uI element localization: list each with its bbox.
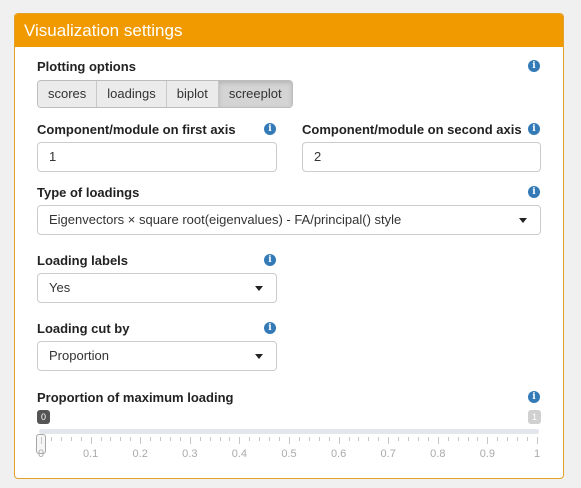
- panel-title: Visualization settings: [15, 14, 563, 47]
- slider-minor-tick: [100, 437, 102, 441]
- proportion-slider[interactable]: 0 1 0 0.1 0.2 0.3 0.4 0.5 0.6 0.7 0.8 0.9 1: [36, 410, 541, 470]
- caret-down-icon: [255, 354, 263, 359]
- slider-minor-tick: [427, 437, 429, 441]
- loadings-type-select[interactable]: Eigenvectors × square root(eigenvalues) …: [37, 205, 541, 235]
- loading-labels-value: Yes: [49, 280, 71, 295]
- slider-minor-tick: [398, 437, 400, 441]
- slider-minor-tick: [130, 437, 132, 441]
- slider-minor-tick: [348, 437, 350, 441]
- second-axis-input[interactable]: 2: [302, 142, 541, 172]
- slider-minor-tick: [447, 437, 449, 441]
- slider-major-tick: [189, 437, 191, 444]
- loadings-type-value: Eigenvectors × square root(eigenvalues) …: [49, 212, 402, 227]
- slider-tick-label: 0.3: [182, 448, 198, 460]
- slider-minor-tick: [269, 437, 271, 441]
- slider-minor-tick: [160, 437, 162, 441]
- slider-tick-label: 0.2: [132, 448, 148, 460]
- slider-minor-tick: [417, 437, 419, 441]
- scores-button[interactable]: scores: [38, 81, 98, 107]
- slider-minor-tick: [50, 437, 52, 441]
- caret-down-icon: [519, 218, 527, 223]
- slider-tick-label: 1: [533, 448, 541, 460]
- slider-minor-tick: [328, 437, 330, 441]
- slider-minor-tick: [169, 437, 171, 441]
- slider-minor-tick: [219, 437, 221, 441]
- slider-major-tick: [388, 437, 390, 444]
- slider-major-tick: [41, 437, 42, 444]
- slider-minor-tick: [179, 437, 181, 441]
- slider-minor-tick: [60, 437, 62, 441]
- slider-minor-tick: [477, 437, 479, 441]
- first-axis-input[interactable]: 1: [37, 142, 277, 172]
- loading-cut-label: Loading cut by: [37, 321, 130, 336]
- slider-minor-tick: [358, 437, 360, 441]
- slider-minor-tick: [467, 437, 469, 441]
- info-icon[interactable]: i: [264, 254, 276, 266]
- slider-minor-tick: [229, 437, 231, 441]
- slider-min-bubble: 0: [37, 410, 51, 424]
- slider-major-tick: [338, 437, 340, 444]
- visualization-settings-panel: Visualization settings Plotting options …: [14, 13, 564, 479]
- info-icon[interactable]: i: [528, 186, 540, 198]
- slider-minor-tick: [150, 437, 152, 441]
- slider-major-tick: [487, 437, 489, 444]
- slider-minor-tick: [318, 437, 320, 441]
- loadings-button[interactable]: loadings: [97, 81, 167, 107]
- slider-minor-tick: [209, 437, 211, 441]
- slider-minor-tick: [249, 437, 251, 441]
- info-icon[interactable]: i: [528, 123, 540, 135]
- first-axis-label: Component/module on first axis: [37, 122, 236, 137]
- slider-minor-tick: [259, 437, 261, 441]
- slider-tick-label: 0.7: [380, 448, 396, 460]
- slider-minor-tick: [368, 437, 370, 441]
- slider-minor-tick: [457, 437, 459, 441]
- slider-major-tick: [239, 437, 241, 444]
- slider-major-tick: [437, 437, 439, 444]
- slider-tick-label: 0.5: [281, 448, 297, 460]
- slider-minor-tick: [517, 437, 519, 441]
- info-icon[interactable]: i: [528, 391, 540, 403]
- plotting-options-label: Plotting options: [37, 59, 136, 74]
- slider-tick-label: 0.9: [479, 448, 496, 460]
- slider-minor-tick: [497, 437, 499, 441]
- slider-tick-label: 0.6: [330, 448, 347, 460]
- slider-minor-tick: [279, 437, 281, 441]
- loading-cut-value: Proportion: [49, 348, 109, 363]
- slider-max-bubble: 1: [527, 410, 541, 424]
- slider-minor-tick: [110, 437, 112, 441]
- screeplot-button[interactable]: screeplot: [218, 81, 292, 107]
- info-icon[interactable]: i: [264, 123, 276, 135]
- slider-major-tick: [90, 437, 92, 444]
- info-icon[interactable]: i: [528, 60, 540, 72]
- caret-down-icon: [255, 286, 263, 291]
- proportion-slider-label: Proportion of maximum loading: [37, 390, 234, 405]
- slider-minor-tick: [527, 437, 529, 441]
- slider-minor-tick: [80, 437, 82, 441]
- loadings-type-label: Type of loadings: [37, 185, 140, 200]
- slider-tick-label: 0.8: [430, 448, 446, 460]
- slider-minor-tick: [507, 437, 509, 441]
- plotting-options-button-group: scores loadings biplot screeplot: [37, 80, 293, 108]
- slider-minor-tick: [408, 437, 410, 441]
- slider-minor-tick: [298, 437, 300, 441]
- info-icon[interactable]: i: [264, 322, 276, 334]
- slider-minor-tick: [199, 437, 201, 441]
- biplot-button[interactable]: biplot: [166, 81, 219, 107]
- slider-tick-label: 0.1: [82, 448, 99, 460]
- slider-minor-tick: [120, 437, 122, 441]
- slider-tick-label: 0.4: [231, 448, 248, 460]
- slider-major-tick: [140, 437, 142, 444]
- slider-minor-tick: [70, 437, 72, 441]
- slider-tick-label: 0: [37, 448, 45, 460]
- slider-major-tick: [289, 437, 290, 444]
- slider-track[interactable]: [39, 429, 539, 434]
- loading-labels-select[interactable]: Yes: [37, 273, 277, 303]
- loading-cut-select[interactable]: Proportion: [37, 341, 277, 371]
- slider-minor-tick: [378, 437, 380, 441]
- loading-labels-label: Loading labels: [37, 253, 129, 268]
- slider-major-tick: [537, 437, 538, 444]
- second-axis-label: Component/module on second axis: [302, 122, 522, 137]
- slider-minor-tick: [308, 437, 310, 441]
